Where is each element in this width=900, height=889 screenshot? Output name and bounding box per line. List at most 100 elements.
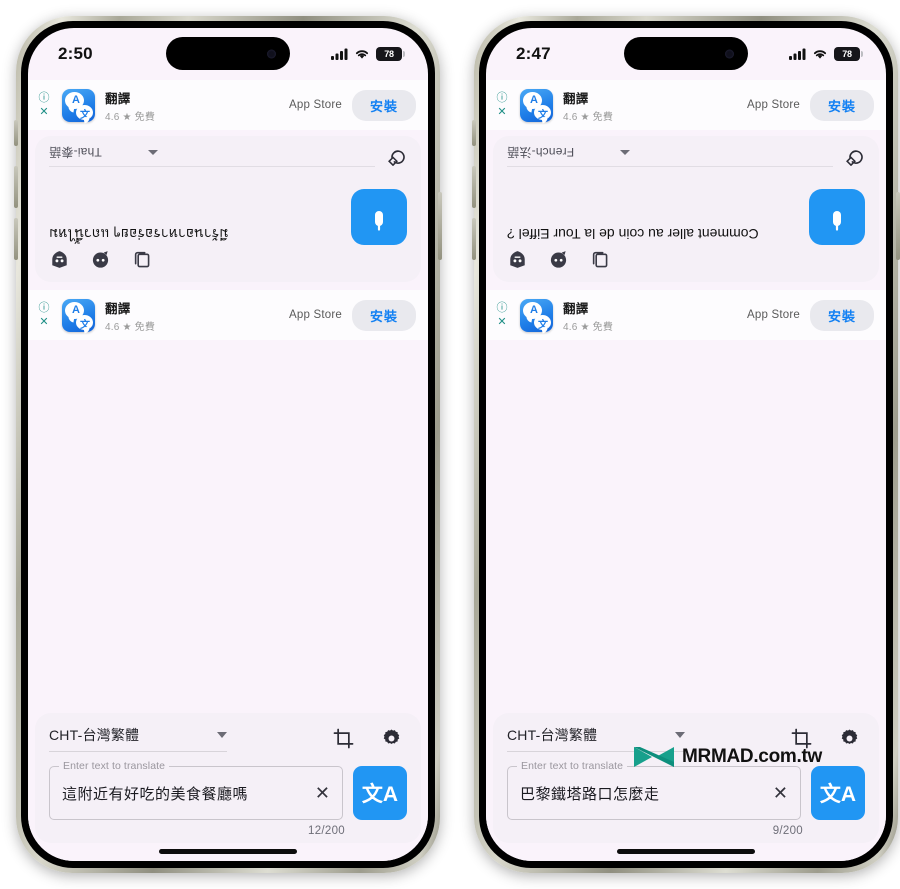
action-button-left-phone[interactable] — [14, 120, 18, 146]
star-icon: ★ — [580, 111, 590, 123]
ad-banner-bottom-right[interactable]: ⓘ ✕ A 文 翻譯 4.6 ★ 免費 App Store 安裝 — [486, 290, 886, 340]
microphone-icon[interactable] — [351, 189, 407, 245]
volume-up-button-left-phone[interactable] — [14, 166, 18, 208]
ad-app-meta: 4.6 ★ 免費 — [105, 318, 163, 333]
dynamic-island-right — [624, 37, 748, 70]
shield-face-icon[interactable] — [49, 249, 70, 270]
screen-content-left: ⓘ ✕ A 文 翻譯 4.6 ★ 免費 App Store 安裝 มีร้านอ… — [28, 80, 428, 861]
status-time-right: 2:47 — [516, 44, 551, 63]
chevron-up-icon[interactable] — [147, 150, 158, 155]
translated-text-left: มีร้านอาหารอร่อยๆ แถวนี้ไหม — [49, 226, 229, 242]
ad-price: 免費 — [592, 111, 614, 123]
ad-store-label: App Store — [747, 309, 800, 321]
chevron-up-icon[interactable] — [620, 150, 631, 155]
volume-up-button-right-phone[interactable] — [472, 166, 476, 208]
translation-card-wrapper-right: Comment aller au coin de la Tour Eiffel … — [486, 130, 886, 282]
shield-face-icon[interactable] — [507, 249, 528, 270]
speech-face-icon[interactable] — [548, 249, 569, 270]
star-icon: ★ — [122, 321, 132, 333]
speech-face-icon[interactable] — [90, 249, 111, 270]
power-button-left-phone[interactable] — [438, 192, 442, 260]
app-icon-letter-cjk: 文 — [538, 319, 548, 331]
ad-controls-bottom-left: ⓘ ✕ — [36, 302, 52, 328]
info-icon[interactable]: ⓘ — [39, 302, 50, 314]
ad-app-name: 翻譯 — [105, 91, 131, 106]
install-button[interactable]: 安裝 — [809, 299, 874, 331]
translate-input-value: 巴黎鐵塔路口怎麼走 — [520, 785, 660, 803]
close-icon[interactable]: ✕ — [315, 784, 330, 802]
install-button[interactable]: 安裝 — [809, 89, 874, 121]
translate-button[interactable]: 文A — [811, 766, 865, 820]
crop-icon[interactable] — [333, 728, 355, 750]
ad-banner-bottom-left[interactable]: ⓘ ✕ A 文 翻譯 4.6 ★ 免費 App Store 安裝 — [28, 290, 428, 340]
panel-tools-left — [333, 728, 407, 750]
card-language-row-right: French-法語 — [507, 144, 833, 167]
ad-price: 免費 — [134, 321, 156, 333]
translate-text-field[interactable]: Enter text to translate 這附近有好吃的美食餐廳嗎 ✕ — [49, 760, 343, 820]
translate-text-field[interactable]: Enter text to translate 巴黎鐵塔路口怎麼走 ✕ — [507, 760, 801, 820]
source-language-value: CHT-台灣繁體 — [507, 727, 598, 743]
ad-store-label: App Store — [747, 99, 800, 111]
app-icon-letter-a: A — [530, 93, 538, 106]
char-counter-right: 9/200 — [772, 825, 803, 837]
ad-rating: 4.6 — [563, 111, 578, 123]
card-language-label-left[interactable]: Thai-泰語 — [49, 144, 102, 161]
dynamic-island-left — [166, 37, 290, 70]
info-icon[interactable]: ⓘ — [39, 92, 50, 104]
language-row-left: CHT-台灣繁體 — [49, 725, 407, 752]
status-bar-right: 2:47 78 — [486, 28, 886, 80]
copy-icon[interactable] — [589, 249, 610, 270]
close-icon[interactable]: ✕ — [497, 106, 506, 118]
gear-icon[interactable] — [381, 728, 403, 750]
card-footer-left: Thai-泰語 — [49, 144, 407, 167]
close-icon[interactable]: ✕ — [39, 316, 48, 328]
ad-banner-top-left[interactable]: ⓘ ✕ A 文 翻譯 4.6 ★ 免費 App Store 安裝 — [28, 80, 428, 130]
translate-button-label: 文A — [819, 783, 857, 806]
info-icon[interactable]: ⓘ — [497, 302, 508, 314]
close-icon[interactable]: ✕ — [773, 784, 788, 802]
info-icon[interactable]: ⓘ — [497, 92, 508, 104]
home-indicator-right[interactable] — [617, 849, 755, 854]
app-icon-letter-a: A — [72, 93, 80, 106]
ad-rating: 4.6 — [105, 111, 120, 123]
status-indicators-left: 78 — [331, 47, 405, 61]
swap-language-icon[interactable] — [385, 145, 407, 167]
card-toolbar-left — [49, 249, 152, 270]
gear-icon[interactable] — [839, 728, 861, 750]
translate-app-icon: A 文 — [62, 298, 95, 332]
translate-input-value: 這附近有好吃的美食餐廳嗎 — [62, 785, 249, 803]
close-icon[interactable]: ✕ — [497, 316, 506, 328]
front-camera-icon — [725, 49, 734, 58]
battery-level-left: 78 — [384, 49, 394, 59]
ad-app-info-left: 翻譯 4.6 ★ 免費 — [105, 88, 163, 123]
volume-down-button-right-phone[interactable] — [472, 218, 476, 260]
volume-down-button-left-phone[interactable] — [14, 218, 18, 260]
microphone-icon[interactable] — [809, 189, 865, 245]
ad-banner-top-right[interactable]: ⓘ ✕ A 文 翻譯 4.6 ★ 免費 App Store 安裝 — [486, 80, 886, 130]
install-button[interactable]: 安裝 — [351, 299, 416, 331]
input-panel-right: CHT-台灣繁體 Enter text to translate 巴黎鐵塔路口怎… — [493, 713, 879, 843]
install-button[interactable]: 安裝 — [351, 89, 416, 121]
close-icon[interactable]: ✕ — [39, 106, 48, 118]
power-button-right-phone[interactable] — [896, 192, 900, 260]
source-language-select[interactable]: CHT-台灣繁體 — [49, 725, 227, 752]
translate-button[interactable]: 文A — [353, 766, 407, 820]
swap-language-icon[interactable] — [843, 145, 865, 167]
copy-icon[interactable] — [131, 249, 152, 270]
field-legend: Enter text to translate — [59, 760, 170, 772]
ad-app-meta: 4.6 ★ 免費 — [105, 108, 163, 123]
translate-button-label: 文A — [361, 783, 399, 806]
ad-app-name: 翻譯 — [105, 301, 131, 316]
phone-screen-left: 2:50 78 ⓘ ✕ A 文 翻譯 4.6 ★ 免費 App Store 安裝… — [28, 28, 428, 861]
app-icon-letter-a: A — [530, 303, 538, 316]
action-button-right-phone[interactable] — [472, 120, 476, 146]
status-time-left: 2:50 — [58, 44, 93, 63]
status-bar-left: 2:50 78 — [28, 28, 428, 80]
translation-card-wrapper-left: มีร้านอาหารอร่อยๆ แถวนี้ไหม Thai-泰語 — [28, 130, 428, 282]
card-language-label-right[interactable]: French-法語 — [507, 144, 574, 161]
phone-bezel-left: 2:50 78 ⓘ ✕ A 文 翻譯 4.6 ★ 免費 App Store 安裝… — [21, 21, 435, 868]
ad-controls-left: ⓘ ✕ — [36, 92, 52, 118]
home-indicator-left[interactable] — [159, 849, 297, 854]
watermark-text: MRMAD.com.tw — [682, 746, 822, 767]
ad-store-label: App Store — [289, 99, 342, 111]
